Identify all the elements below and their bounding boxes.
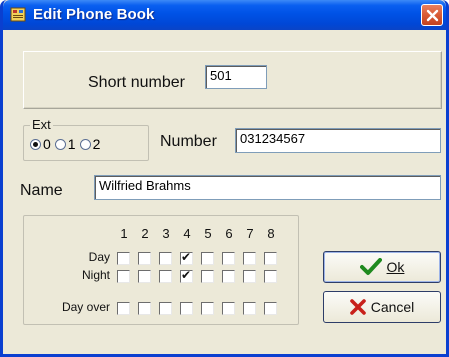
checkbox-night-2[interactable] [138,270,151,283]
checkbox-day-5[interactable] [201,252,214,265]
checkbox-day-over-8[interactable] [264,302,277,315]
close-icon [426,9,439,22]
name-field[interactable]: Wilfried Brahms [94,175,441,200]
phonebook-icon [10,7,26,22]
ok-button[interactable]: Ok [323,251,441,283]
short-number-panel: Short number 501 [23,51,442,109]
short-number-field[interactable]: 501 [205,65,267,89]
checkbox-night-3[interactable] [159,270,172,283]
checkbox-night-4[interactable] [180,268,193,283]
cancel-button[interactable]: Cancel [323,291,441,323]
col-header-1: 1 [120,226,128,241]
number-field[interactable]: 031234567 [235,128,441,153]
col-header-6: 6 [225,226,233,241]
number-label: Number [160,133,217,150]
ext-legend: Ext [30,117,53,132]
ext-radio-1-label: 1 [67,136,76,152]
ext-radio-1[interactable] [54,138,66,150]
dialog-body: Short number 501 Ext 0 1 2 Number 031234… [3,30,446,354]
cancel-button-label: Cancel [370,299,415,315]
title-bar[interactable]: Edit Phone Book [3,0,446,30]
checkbox-day-3[interactable] [159,252,172,265]
checkbox-night-5[interactable] [201,270,214,283]
checkbox-day-over-5[interactable] [201,302,214,315]
short-number-label: Short number [88,74,185,91]
checkbox-day-over-2[interactable] [138,302,151,315]
checkbox-day-7[interactable] [243,252,256,265]
x-icon [349,299,366,315]
checkbox-day-over-6[interactable] [222,302,235,315]
checkbox-day-over-4[interactable] [180,302,193,315]
schedule-grid: 1 2 3 4 5 6 7 8 Day Night Day over [23,215,299,325]
ext-groupbox: Ext 0 1 2 [23,117,149,161]
row-label-day: Day [88,250,110,264]
col-header-2: 2 [141,226,149,241]
checkbox-day-2[interactable] [138,252,151,265]
checkbox-night-6[interactable] [222,270,235,283]
checkbox-day-4[interactable] [180,250,193,265]
ok-button-label: Ok [386,259,405,275]
checkbox-day-1[interactable] [117,252,130,265]
col-header-4: 4 [183,226,191,241]
close-button[interactable] [421,4,443,26]
window-title: Edit Phone Book [33,6,155,23]
edit-phone-book-window: Edit Phone Book Short number 501 Ext 0 1… [0,0,449,357]
col-header-5: 5 [204,226,212,241]
ext-radio-2-label: 2 [92,136,101,152]
checkbox-day-over-7[interactable] [243,302,256,315]
ext-radio-0-label: 0 [43,136,51,152]
checkbox-day-over-3[interactable] [159,302,172,315]
ext-radio-0[interactable] [30,138,41,150]
row-label-night: Night [81,268,110,282]
row-label-day-over: Day over [61,300,110,314]
checkbox-night-1[interactable] [117,270,130,283]
col-header-3: 3 [162,226,170,241]
ext-radio-2[interactable] [79,138,91,150]
col-header-8: 8 [267,226,275,241]
name-label: Name [20,182,63,199]
checkmark-icon [359,258,382,276]
checkbox-day-over-1[interactable] [117,302,130,315]
ext-radio-group: 0 1 2 [27,136,101,152]
checkbox-day-6[interactable] [222,252,235,265]
checkbox-night-8[interactable] [264,270,277,283]
checkbox-day-8[interactable] [264,252,277,265]
checkbox-night-7[interactable] [243,270,256,283]
col-header-7: 7 [246,226,254,241]
